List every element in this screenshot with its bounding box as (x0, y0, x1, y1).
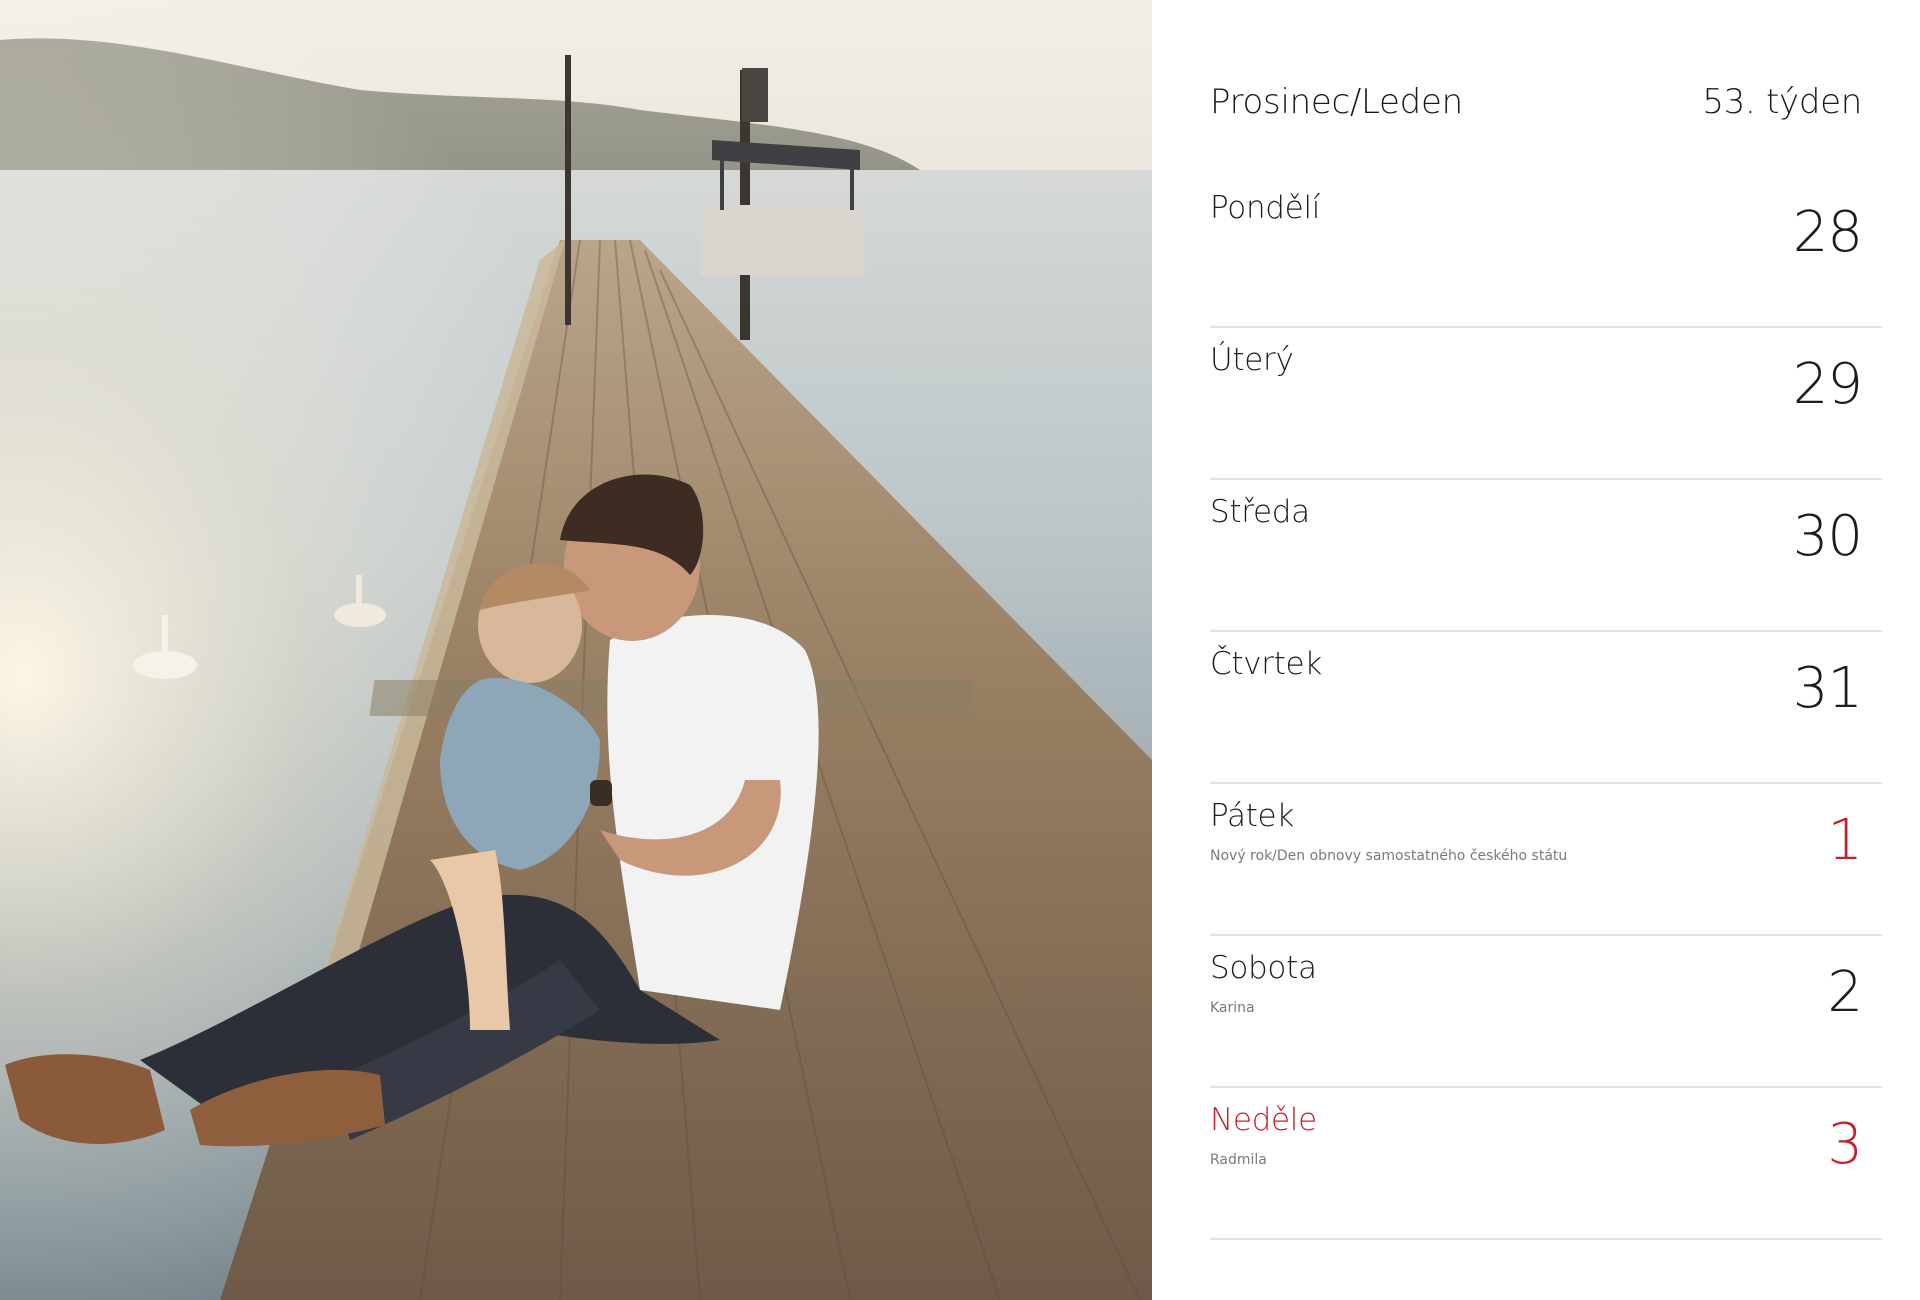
holiday-note: Nový rok/Den obnovy samostatného českého… (1210, 848, 1568, 864)
day-row-wednesday: Středa 30 (1210, 480, 1882, 632)
day-number-holiday: 1 (1827, 808, 1863, 873)
nameday-note: Karina (1210, 1000, 1255, 1016)
day-row-thursday: Čtvrtek 31 (1210, 632, 1882, 784)
day-number: 2 (1827, 960, 1863, 1025)
day-row-monday: Pondělí 28 (1210, 176, 1882, 328)
day-number-sunday: 3 (1827, 1112, 1863, 1177)
day-name: Čtvrtek (1210, 646, 1322, 682)
week-calendar: Prosinec/Leden 53. týden Pondělí 28 Úter… (1210, 0, 1882, 1300)
week-number: 53. týden (1702, 82, 1862, 122)
day-row-friday: Pátek Nový rok/Den obnovy samostatného č… (1210, 784, 1882, 936)
day-name-sunday: Neděle (1210, 1102, 1317, 1138)
day-number: 30 (1792, 504, 1863, 569)
day-name: Pondělí (1210, 190, 1321, 226)
day-name: Úterý (1210, 342, 1294, 378)
month-label: Prosinec/Leden (1210, 82, 1463, 122)
calendar-header: Prosinec/Leden 53. týden (1210, 82, 1862, 126)
nameday-note: Radmila (1210, 1152, 1267, 1168)
day-name: Sobota (1210, 950, 1317, 986)
day-number: 31 (1792, 656, 1863, 721)
calendar-photo (0, 0, 1152, 1300)
lake-pier-photo-illustration (0, 0, 1152, 1300)
day-row-saturday: Sobota Karina 2 (1210, 936, 1882, 1088)
day-row-sunday: Neděle Radmila 3 (1210, 1088, 1882, 1240)
day-number: 29 (1792, 352, 1863, 417)
day-number: 28 (1792, 200, 1863, 265)
day-name: Středa (1210, 494, 1310, 530)
day-name: Pátek (1210, 798, 1294, 834)
day-row-tuesday: Úterý 29 (1210, 328, 1882, 480)
